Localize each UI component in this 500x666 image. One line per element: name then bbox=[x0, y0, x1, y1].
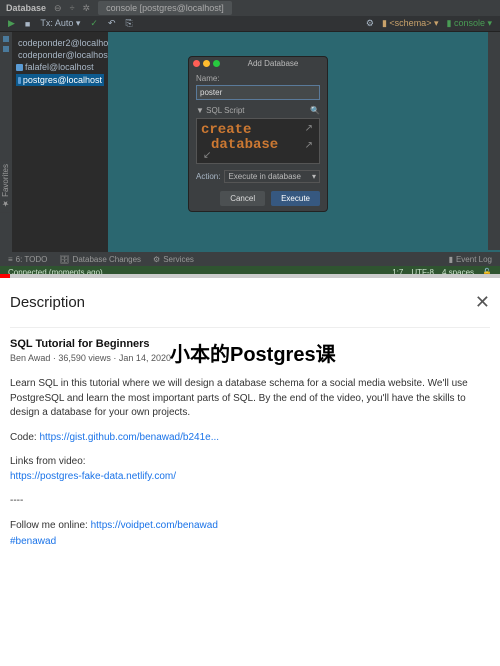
close-icon[interactable]: ✕ bbox=[475, 292, 490, 313]
ide-toolbar: ▶ ■ Tx: Auto ▾ ✓ ↶ ⎘ ⚙ ▮ <schema> ▾ ▮ co… bbox=[0, 16, 500, 32]
code-link[interactable]: https://gist.github.com/benawad/b241e... bbox=[39, 432, 219, 443]
sql-preview: create database ↗ ↗ ↙ bbox=[196, 118, 320, 164]
collapse-icon[interactable]: ⊖ bbox=[54, 3, 62, 14]
stop-icon[interactable]: ■ bbox=[25, 19, 30, 29]
add-database-dialog: Add Database Name: ▼ SQL Script 🔍 create… bbox=[188, 56, 328, 212]
overlay-caption: 小本的Postgres课 bbox=[170, 338, 336, 367]
db-item[interactable]: codeponder2@localhost bbox=[16, 38, 104, 48]
database-tree: codeponder2@localhost codeponder@localho… bbox=[12, 32, 108, 256]
expand-arrow-icon[interactable]: ↗ bbox=[305, 140, 313, 151]
expand-arrow-icon[interactable]: ↙ bbox=[203, 150, 211, 161]
tab-console[interactable]: console [postgres@localhost] bbox=[98, 1, 232, 15]
tab-database[interactable]: Database bbox=[6, 3, 46, 13]
description-panel: Description ✕ SQL Tutorial for Beginners… bbox=[0, 278, 500, 570]
db-item[interactable]: codeponder@localhost bbox=[16, 50, 104, 60]
tx-mode[interactable]: Tx: Auto ▾ bbox=[40, 18, 80, 29]
gear-icon[interactable]: ✲ bbox=[83, 3, 91, 14]
cancel-button[interactable]: Cancel bbox=[220, 191, 265, 206]
zoom-traffic-light[interactable] bbox=[213, 60, 220, 67]
tool-window-icon[interactable] bbox=[3, 46, 9, 52]
schema-selector[interactable]: ▮ <schema> ▾ bbox=[382, 18, 439, 29]
follow-label: Follow me online: bbox=[10, 520, 91, 531]
console-selector[interactable]: ▮ console ▾ bbox=[446, 18, 492, 29]
left-gutter bbox=[0, 32, 12, 256]
commit-icon[interactable]: ✓ bbox=[90, 18, 98, 29]
close-traffic-light[interactable] bbox=[193, 60, 200, 67]
divide-icon[interactable]: ÷ bbox=[70, 3, 75, 13]
description-body: Learn SQL in this tutorial where we will… bbox=[10, 377, 490, 550]
description-text: Learn SQL in this tutorial where we will… bbox=[10, 377, 490, 421]
hashtag-link[interactable]: #benawad bbox=[10, 536, 56, 547]
db-changes-tab[interactable]: 🗄 Database Changes bbox=[59, 255, 141, 264]
ide-tab-bar: Database ⊖ ÷ ✲ console [postgres@localho… bbox=[0, 0, 500, 16]
expand-arrow-icon[interactable]: ↗ bbox=[305, 123, 313, 134]
event-log-tab[interactable]: ▮ Event Log bbox=[449, 255, 492, 264]
todo-tab[interactable]: ≡ 6: TODO bbox=[8, 255, 47, 264]
tool-window-icon[interactable] bbox=[3, 36, 9, 42]
sql-keyword: database bbox=[211, 138, 315, 153]
name-input[interactable] bbox=[196, 85, 320, 100]
sql-script-label[interactable]: ▼ SQL Script bbox=[196, 106, 245, 115]
name-label: Name: bbox=[196, 74, 320, 83]
ide-window: Database ⊖ ÷ ✲ console [postgres@localho… bbox=[0, 0, 500, 278]
dialog-title: Add Database bbox=[223, 59, 323, 68]
db-item-selected[interactable]: postgres@localhost bbox=[16, 74, 104, 86]
sql-keyword: create bbox=[201, 123, 315, 138]
services-tab[interactable]: ⚙ Services bbox=[153, 255, 194, 264]
description-heading: Description bbox=[10, 294, 85, 311]
links-label: Links from video: bbox=[10, 456, 86, 467]
favorites-tab[interactable]: ★ Favorites bbox=[0, 160, 11, 212]
divider bbox=[10, 327, 490, 328]
right-gutter bbox=[488, 32, 500, 250]
minimize-traffic-light[interactable] bbox=[203, 60, 210, 67]
execute-button[interactable]: Execute bbox=[271, 191, 320, 206]
export-icon[interactable]: ⎘ bbox=[126, 18, 133, 29]
action-select[interactable]: Execute in database▾ bbox=[224, 170, 320, 183]
search-icon[interactable]: 🔍 bbox=[310, 106, 320, 115]
code-label: Code: bbox=[10, 432, 39, 443]
dialog-titlebar: Add Database bbox=[189, 57, 327, 69]
rollback-icon[interactable]: ↶ bbox=[108, 18, 116, 29]
follow-link[interactable]: https://voidpet.com/benawad bbox=[91, 520, 218, 531]
run-icon[interactable]: ▶ bbox=[8, 18, 15, 29]
external-link[interactable]: https://postgres-fake-data.netlify.com/ bbox=[10, 471, 176, 482]
settings-icon[interactable]: ⚙ bbox=[366, 18, 374, 29]
action-label: Action: bbox=[196, 172, 220, 181]
bottom-tool-bar: ≡ 6: TODO 🗄 Database Changes ⚙ Services … bbox=[0, 252, 500, 266]
separator-text: ---- bbox=[10, 494, 490, 509]
db-item[interactable]: falafel@localhost bbox=[16, 62, 104, 72]
